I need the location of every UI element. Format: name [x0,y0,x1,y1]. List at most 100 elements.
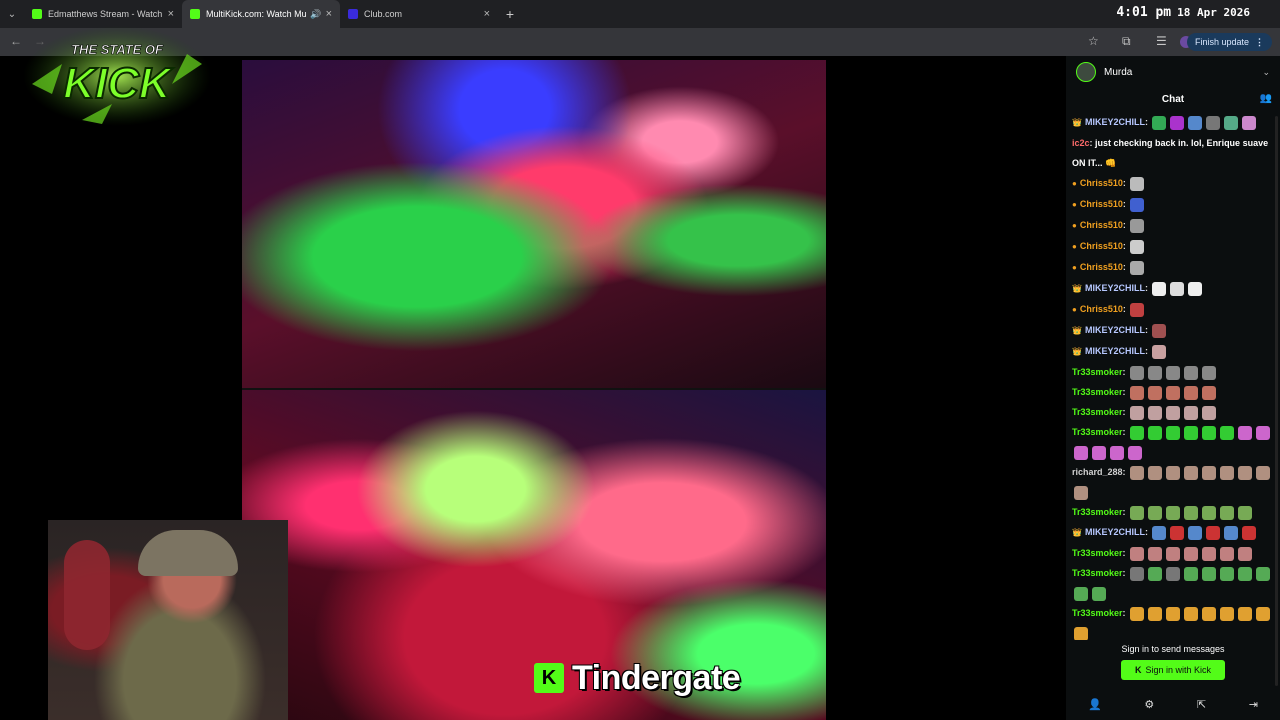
chat-username[interactable]: Tr33smoker [1072,507,1123,517]
emote-icon [1188,281,1203,296]
emote-icon [1148,566,1163,581]
popout-icon[interactable]: ⇱ [1197,698,1206,711]
chat-username[interactable]: MIKEY2CHILL [1085,283,1145,293]
chat-scrollbar[interactable] [1275,116,1278,686]
emote-icon [1256,425,1271,440]
chat-users-icon[interactable]: 👥 [1260,88,1272,110]
emote-icon [1256,566,1271,581]
chat-message: Tr33smoker: [1072,382,1274,402]
user-badge-icon: 👑 [1072,284,1082,293]
chat-username[interactable]: Tr33smoker [1072,367,1123,377]
emote-icon [1184,546,1199,561]
close-tab-button[interactable]: × [484,8,490,20]
emote-icon [1130,385,1145,400]
signin-with-kick-button[interactable]: K Sign in with Kick [1121,660,1225,680]
tab-title: MultiKick.com: Watch Multiple [206,9,307,19]
chat-message: ● Chriss510: [1072,173,1274,194]
kick-k-icon: K [534,663,564,693]
chat-username[interactable]: Tr33smoker [1072,608,1123,618]
user-badge-icon: ● [1072,305,1077,314]
browser-tab[interactable]: Club.com × [340,0,498,28]
emote-icon [1202,405,1217,420]
new-tab-button[interactable]: + [498,6,522,22]
extensions-icon[interactable]: ⧉ [1122,34,1131,49]
emote-icon [1148,465,1163,480]
emote-icon [1184,566,1199,581]
chat-username[interactable]: Chriss510 [1080,304,1123,314]
emote-icon [1130,465,1145,480]
chat-messages: 👑 MIKEY2CHILL: ic2c: just checking back i… [1072,112,1274,640]
chat-username[interactable]: MIKEY2CHILL [1085,527,1145,537]
emote-icon [1220,465,1235,480]
chat-username[interactable]: ic2c [1072,138,1090,148]
gear-icon[interactable]: ⚙ [1144,698,1154,711]
emote-icon [1220,566,1235,581]
logo-top-text: THE STATE OF [71,42,164,57]
chat-username[interactable]: Chriss510 [1080,199,1123,209]
emote-icon [1110,445,1124,460]
user-badge-icon: ● [1072,221,1077,230]
emote-icon [1202,425,1217,440]
chat-username[interactable]: Chriss510 [1080,241,1123,251]
chat-message: 👑 MIKEY2CHILL: [1072,320,1274,341]
emote-icon [1148,365,1163,380]
chat-username[interactable]: Tr33smoker [1072,427,1123,437]
channel-header[interactable]: Murda ⌄ [1066,56,1280,88]
chat-panel: Murda ⌄ Chat 👥 👑 MIKEY2CHILL: ic2c: just … [1066,56,1280,720]
chevron-down-icon[interactable]: ⌄ [1262,67,1270,78]
cap-shape [138,530,238,576]
emote-icon [1152,323,1167,338]
close-tab-button[interactable]: × [168,8,174,20]
chat-separator: : [1122,568,1129,578]
chat-username[interactable]: MIKEY2CHILL [1085,346,1145,356]
user-badge-icon: 👑 [1072,118,1082,127]
chat-username[interactable]: MIKEY2CHILL [1085,117,1145,127]
speaker-icon[interactable]: 🔊 [310,9,321,20]
emote-icon [1224,115,1239,130]
emote-icon [1202,606,1217,621]
reading-list-icon[interactable]: ☰ [1156,34,1167,48]
back-arrow-icon[interactable]: ← [10,34,22,48]
emote-icon [1238,546,1253,561]
finish-update-button[interactable]: Finish update ⋮ [1186,33,1272,51]
add-user-icon[interactable]: 👤 [1088,698,1102,711]
caption-text: Tindergate [572,658,741,697]
emote-icon [1166,505,1181,520]
stream-video-top[interactable] [242,60,826,388]
collapse-icon[interactable]: ⇥ [1249,698,1258,711]
close-tab-button[interactable]: × [326,8,332,20]
emote-icon [1130,218,1145,233]
emote-icon [1130,302,1145,317]
emote-icon [1206,525,1221,540]
emote-icon [1166,405,1181,420]
chat-message: Tr33smoker: [1072,543,1274,563]
user-badge-icon: ● [1072,263,1077,272]
tab-search-icon[interactable]: ⌄ [0,0,24,28]
emote-icon [1166,385,1181,400]
chat-separator: : [1122,507,1129,517]
chat-username[interactable]: Tr33smoker [1072,387,1123,397]
chat-separator: : [1122,262,1129,272]
chat-username[interactable]: richard_288 [1072,467,1123,477]
emote-icon [1166,546,1181,561]
chat-actions: 👤 ⚙ ⇱ ⇥ [1066,698,1280,711]
emote-icon [1170,281,1185,296]
chat-username[interactable]: Tr33smoker [1072,407,1123,417]
chat-username[interactable]: Tr33smoker [1072,568,1123,578]
chat-username[interactable]: Tr33smoker [1072,548,1123,558]
chat-username[interactable]: MIKEY2CHILL [1085,325,1145,335]
chat-username[interactable]: Chriss510 [1080,262,1123,272]
emote-icon [1188,525,1203,540]
emote-icon [1130,405,1145,420]
emote-icon [1202,546,1217,561]
user-badge-icon: ● [1072,242,1077,251]
chat-username[interactable]: Chriss510 [1080,178,1123,188]
emote-icon [1202,465,1217,480]
emote-icon [1148,505,1163,520]
bookmark-star-icon[interactable]: ☆ [1088,34,1099,48]
emote-icon [1130,606,1145,621]
multikick-favicon-icon [190,9,200,19]
emote-icon [1152,344,1167,359]
chat-username[interactable]: Chriss510 [1080,220,1123,230]
emote-icon [1220,606,1235,621]
